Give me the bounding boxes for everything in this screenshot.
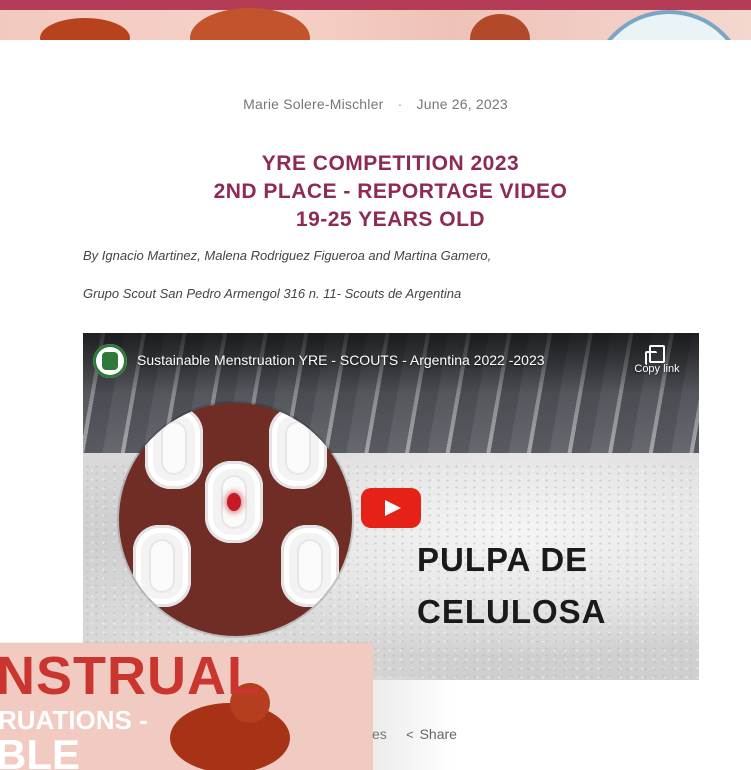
video-overlay-text: CELULOSA bbox=[417, 593, 607, 630]
blog-post-page: Marie Solere-Mischler · June 26, 2023 YR… bbox=[0, 0, 751, 770]
pad-image bbox=[281, 525, 339, 607]
thumbnail-heading-2: BLE bbox=[0, 731, 80, 770]
channel-avatar[interactable] bbox=[93, 344, 127, 378]
pad-image bbox=[133, 525, 191, 607]
share-label: Share bbox=[419, 726, 457, 742]
thumbnail-heading: NSTRUAL bbox=[0, 646, 261, 706]
hero-splash bbox=[470, 14, 530, 40]
hero-splash bbox=[190, 8, 310, 40]
post-title-line: 2ND PLACE - REPORTAGE VIDEO bbox=[213, 180, 568, 203]
post-meta: Marie Solere-Mischler · June 26, 2023 bbox=[0, 96, 751, 112]
post-title-line: 19-25 YEARS OLD bbox=[295, 208, 486, 231]
overlay-thumbnail[interactable]: NSTRUAL RUATIONS - BLE bbox=[0, 643, 373, 770]
video-embed[interactable]: Sustainable Menstruation YRE - SCOUTS - … bbox=[83, 333, 699, 680]
hero-image bbox=[0, 0, 751, 40]
paint-splash bbox=[170, 703, 290, 770]
meta-separator: · bbox=[397, 96, 403, 112]
post-date: June 26, 2023 bbox=[416, 96, 508, 112]
hero-top-bar bbox=[0, 0, 751, 10]
hero-splash bbox=[40, 18, 130, 40]
pad-image bbox=[269, 407, 327, 489]
post-byline: By Ignacio Martinez, Malena Rodriguez Fi… bbox=[83, 248, 492, 263]
video-title[interactable]: Sustainable Menstruation YRE - SCOUTS - … bbox=[137, 352, 545, 368]
hero-logo bbox=[590, 10, 748, 40]
copy-link-label: Copy link bbox=[634, 363, 680, 375]
video-thumbnail-circle bbox=[119, 403, 352, 636]
pad-image bbox=[205, 461, 263, 543]
copy-icon bbox=[645, 345, 665, 365]
post-title-line: YRE COMPETITION 2023 bbox=[261, 152, 520, 175]
share-icon: < bbox=[406, 727, 414, 742]
video-overlay-text: PULPA DE bbox=[417, 541, 589, 578]
share-button[interactable]: < Share bbox=[406, 726, 457, 742]
post-affiliation: Grupo Scout San Pedro Armengol 316 n. 11… bbox=[83, 286, 462, 301]
copy-link-button[interactable]: Copy link bbox=[627, 343, 687, 375]
thumbnail-edge-fade bbox=[373, 676, 453, 770]
youtube-play-icon[interactable] bbox=[361, 488, 421, 528]
partial-action-label[interactable]: es bbox=[372, 726, 387, 742]
pad-image bbox=[145, 407, 203, 489]
post-title: YRE COMPETITION 2023 2ND PLACE - REPORTA… bbox=[0, 150, 751, 234]
author-link[interactable]: Marie Solere-Mischler bbox=[243, 96, 383, 112]
